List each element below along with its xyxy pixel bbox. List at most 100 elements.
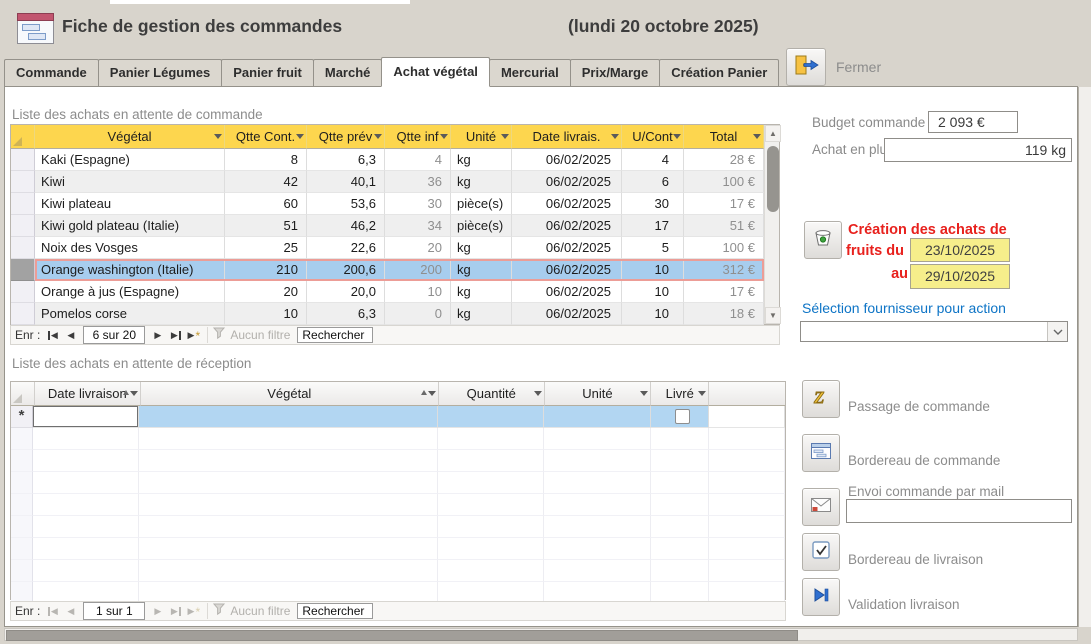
cell[interactable]: 53,6 <box>307 193 385 215</box>
cell[interactable]: kg <box>451 281 512 303</box>
cell[interactable]: Noix des Vosges <box>35 237 225 259</box>
cell[interactable]: kg <box>451 259 512 281</box>
cell[interactable]: 10 <box>385 281 451 303</box>
tab-commande[interactable]: Commande <box>4 59 99 87</box>
cell[interactable]: 25 <box>225 237 307 259</box>
scroll-up-icon[interactable]: ▲ <box>765 125 781 142</box>
mail-address-input[interactable] <box>846 499 1072 523</box>
cell[interactable]: 36 <box>385 171 451 193</box>
orders-column-header-u-cont[interactable]: U/Cont <box>622 125 684 149</box>
row-selector[interactable] <box>11 171 35 193</box>
cell[interactable]: kg <box>451 149 512 171</box>
cell[interactable] <box>438 406 544 428</box>
orders-column-header-total[interactable]: Total <box>684 125 764 149</box>
chevron-down-icon[interactable] <box>1047 322 1067 341</box>
filter-dropdown-icon[interactable] <box>296 134 304 139</box>
reception-column-header-v-g-tal[interactable]: Végétal <box>141 382 439 406</box>
cell[interactable]: 6 <box>622 171 684 193</box>
cell[interactable]: 10 <box>622 303 684 325</box>
row-selector[interactable] <box>11 193 35 215</box>
cell[interactable]: 06/02/2025 <box>512 171 622 193</box>
cell[interactable]: 06/02/2025 <box>512 215 622 237</box>
cell[interactable] <box>139 406 438 428</box>
achat-en-plus-field[interactable]: 119 kg <box>884 138 1072 162</box>
cell[interactable]: 200 <box>385 259 451 281</box>
budget-value-field[interactable]: 2 093 € <box>928 111 1018 133</box>
envoi-mail-button[interactable] <box>802 488 840 526</box>
cell[interactable]: Pomelos corse <box>35 303 225 325</box>
orders-column-header-v-g-tal[interactable]: Végétal <box>35 125 225 149</box>
new-record-date-cell[interactable] <box>33 406 139 428</box>
filter-dropdown-icon[interactable] <box>428 391 436 396</box>
filter-dropdown-icon[interactable] <box>611 134 619 139</box>
search-input[interactable] <box>297 603 373 619</box>
row-selector[interactable] <box>11 237 35 259</box>
cell[interactable]: 51 <box>225 215 307 237</box>
filter-dropdown-icon[interactable] <box>673 134 681 139</box>
nav-next-record-icon[interactable]: ▶ <box>149 603 166 619</box>
cell[interactable]: 10 <box>622 259 684 281</box>
filter-dropdown-icon[interactable] <box>374 134 382 139</box>
search-input[interactable] <box>297 327 373 343</box>
cell[interactable]: 46,2 <box>307 215 385 237</box>
reception-select-all-corner[interactable] <box>11 382 35 406</box>
cell[interactable]: Orange à jus (Espagne) <box>35 281 225 303</box>
new-record-selector[interactable]: * <box>11 406 33 428</box>
cell[interactable]: 4 <box>622 149 684 171</box>
orders-column-header-qtte-inf[interactable]: Qtte inf <box>385 125 451 149</box>
row-selector[interactable] <box>11 215 35 237</box>
tab-mercurial[interactable]: Mercurial <box>489 59 571 87</box>
nav-last-record-icon[interactable]: ▶ <box>167 327 184 343</box>
cell[interactable] <box>709 406 785 428</box>
nav-new-record-icon[interactable]: ▶* <box>185 603 202 619</box>
scroll-down-icon[interactable]: ▼ <box>765 307 781 324</box>
filter-dropdown-icon[interactable] <box>130 391 138 396</box>
cell[interactable]: Kiwi plateau <box>35 193 225 215</box>
date-from-field[interactable]: 23/10/2025 <box>910 238 1010 262</box>
row-selector[interactable] <box>11 259 35 281</box>
cell[interactable]: 06/02/2025 <box>512 281 622 303</box>
orders-column-header-qtte-cont[interactable]: Qtte Cont. <box>225 125 307 149</box>
cell[interactable]: 17 <box>622 215 684 237</box>
nav-previous-record-icon[interactable]: ◀ <box>62 327 79 343</box>
filter-dropdown-icon[interactable] <box>753 134 761 139</box>
livre-checkbox[interactable] <box>675 409 690 424</box>
record-position-box[interactable]: 6 sur 20 <box>83 326 145 344</box>
cell[interactable]: 42 <box>225 171 307 193</box>
close-button[interactable] <box>786 48 826 86</box>
cell[interactable]: 22,6 <box>307 237 385 259</box>
cell[interactable]: kg <box>451 303 512 325</box>
horizontal-scrollbar[interactable] <box>4 628 1078 641</box>
cell[interactable]: 51 € <box>684 215 764 237</box>
create-purchases-button[interactable] <box>804 221 842 259</box>
nav-previous-record-icon[interactable]: ◀ <box>62 603 79 619</box>
supplier-combobox[interactable] <box>800 321 1068 342</box>
filter-dropdown-icon[interactable] <box>640 391 648 396</box>
bordereau-commande-button[interactable] <box>802 434 840 472</box>
cell[interactable]: Kaki (Espagne) <box>35 149 225 171</box>
date-to-field[interactable]: 29/10/2025 <box>910 264 1010 289</box>
orders-column-header-qtte-pr-v[interactable]: Qtte prév <box>307 125 385 149</box>
cell[interactable]: 6,3 <box>307 303 385 325</box>
cell[interactable]: 30 <box>385 193 451 215</box>
nav-new-record-icon[interactable]: ▶* <box>185 327 202 343</box>
nav-next-record-icon[interactable]: ▶ <box>149 327 166 343</box>
cell[interactable]: 06/02/2025 <box>512 193 622 215</box>
filter-dropdown-icon[interactable] <box>698 391 706 396</box>
cell[interactable]: 0 <box>385 303 451 325</box>
reception-column-header-quantit[interactable]: Quantité <box>439 382 545 406</box>
validation-livraison-button[interactable] <box>802 578 840 616</box>
filter-dropdown-icon[interactable] <box>501 134 509 139</box>
cell[interactable]: 8 <box>225 149 307 171</box>
horizontal-scrollbar-thumb[interactable] <box>6 630 798 641</box>
cell[interactable]: 100 € <box>684 171 764 193</box>
cell[interactable]: kg <box>451 171 512 193</box>
cell[interactable]: Kiwi gold plateau (Italie) <box>35 215 225 237</box>
passage-commande-button[interactable]: Z <box>802 380 840 418</box>
tab-cr-ation-panier[interactable]: Création Panier <box>659 59 779 87</box>
cell[interactable]: 20 <box>385 237 451 259</box>
cell[interactable] <box>651 406 709 428</box>
cell[interactable]: 10 <box>225 303 307 325</box>
cell[interactable]: 06/02/2025 <box>512 259 622 281</box>
tab-panier-fruit[interactable]: Panier fruit <box>221 59 314 87</box>
